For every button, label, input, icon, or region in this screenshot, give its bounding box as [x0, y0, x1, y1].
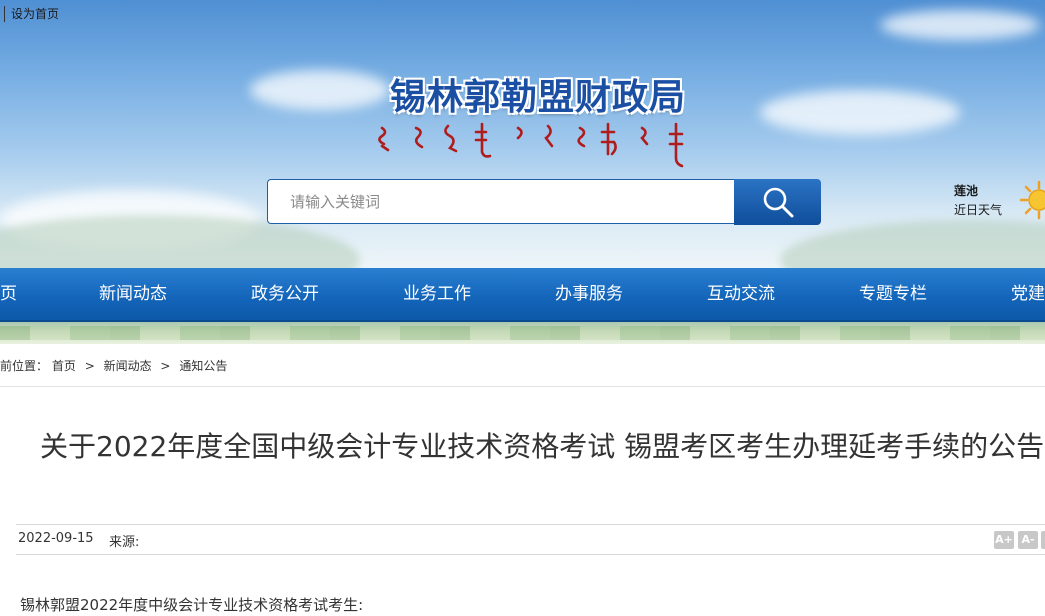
set-homepage-link[interactable]: 设为首页 [4, 6, 59, 22]
sun-icon [1019, 180, 1045, 220]
meta-divider-bottom [16, 554, 1045, 555]
breadcrumb-home[interactable]: 首页 [52, 359, 76, 373]
search-button[interactable] [734, 179, 821, 225]
article-date: 2022-09-15 [18, 531, 94, 546]
cloud-decoration [760, 90, 960, 135]
font-increase-button[interactable]: A+ [994, 531, 1014, 549]
nav-item-interaction[interactable]: 互动交流 [707, 268, 775, 320]
nav-item-party[interactable]: 党建 [1011, 268, 1045, 320]
nav-item-gov-affairs[interactable]: 政务公开 [251, 268, 319, 320]
breadcrumb: 前位置： 首页 > 新闻动态 > 通知公告 [0, 357, 227, 374]
search-box [267, 179, 735, 224]
cloud-decoration [250, 70, 390, 110]
header-banner: 设为首页 锡林郭勒盟财政局 莲池 近日天气 [0, 0, 1045, 268]
breadcrumb-separator: > [84, 359, 95, 373]
breadcrumb-news[interactable]: 新闻动态 [104, 359, 152, 373]
article-source-label: 来源: [109, 535, 140, 550]
grass-decoration [0, 322, 1045, 344]
nav-item-business[interactable]: 业务工作 [403, 268, 471, 320]
search-icon [763, 187, 793, 218]
search-input[interactable] [288, 191, 712, 212]
weather-label: 近日天气 [954, 203, 1003, 217]
nav-item-services[interactable]: 办事服务 [555, 268, 623, 320]
font-decrease-button[interactable]: A- [1018, 531, 1038, 549]
breadcrumb-notices[interactable]: 通知公告 [179, 359, 227, 373]
nav-item-topics[interactable]: 专题专栏 [859, 268, 927, 320]
weather-city: 莲池 [954, 184, 979, 198]
article-body-first-line: 锡林郭盟2022年度中级会计专业技术资格考试考生: [20, 596, 364, 614]
hill-decoration [780, 220, 1045, 268]
article-title: 关于2022年度全国中级会计专业技术资格考试 锡盟考区考生办理延考手续的公告 [40, 430, 1045, 463]
cloud-decoration [880, 10, 1040, 40]
breadcrumb-prefix: 前位置： [0, 359, 49, 373]
breadcrumb-divider [0, 386, 1045, 387]
nav-item-news[interactable]: 新闻动态 [99, 268, 167, 320]
main-nav: 页 新闻动态 政务公开 业务工作 办事服务 互动交流 专题专栏 党建 [0, 268, 1045, 322]
breadcrumb-separator: > [160, 359, 171, 373]
nav-item-home[interactable]: 页 [0, 268, 17, 320]
site-title: 锡林郭勒盟财政局 [389, 76, 686, 118]
font-reset-button[interactable] [1041, 531, 1045, 549]
mongolian-title-logo [378, 122, 684, 168]
meta-divider-top [16, 524, 1045, 525]
